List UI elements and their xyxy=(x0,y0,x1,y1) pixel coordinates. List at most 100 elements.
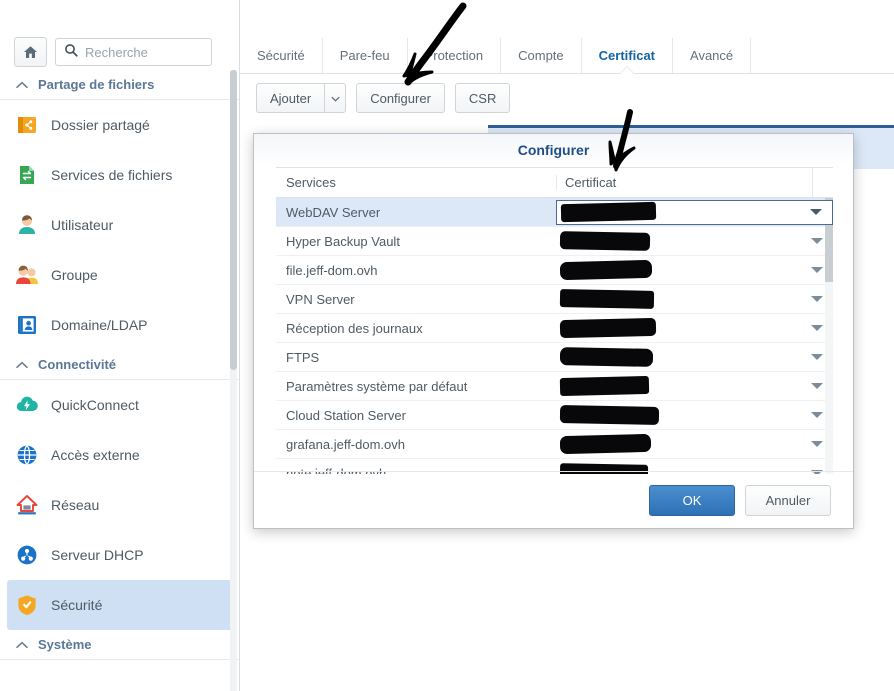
shield-icon xyxy=(14,592,40,618)
sidebar-item-reseau[interactable]: Réseau xyxy=(0,480,239,530)
sidebar-item-services-de-fichiers[interactable]: Services de fichiers xyxy=(0,150,239,200)
sidebar-item-securite[interactable]: Sécurité xyxy=(7,580,232,630)
redaction-mark xyxy=(559,347,654,367)
tab-label: Pare-feu xyxy=(339,48,390,63)
sidebar-item-label: Dossier partagé xyxy=(51,117,150,133)
csr-button-label: CSR xyxy=(468,90,497,106)
sidebar-item-acces-externe[interactable]: Accès externe xyxy=(0,430,239,480)
row-certificate-dropdown[interactable] xyxy=(556,314,833,342)
tab-label: Certificat xyxy=(598,48,656,63)
tab-certificat[interactable]: Certificat xyxy=(582,38,674,73)
row-certificate-dropdown[interactable] xyxy=(556,199,833,225)
redaction-mark xyxy=(559,317,657,339)
chevron-down-icon xyxy=(811,267,823,273)
table-row[interactable]: WebDAV Server xyxy=(276,198,833,227)
tab-protection[interactable]: Protection xyxy=(408,38,502,73)
tab-bar-spacer xyxy=(751,38,894,73)
sidebar-item-label: Groupe xyxy=(51,267,98,283)
shared-folder-icon xyxy=(14,112,40,138)
table-row[interactable]: Cloud Station Server xyxy=(276,401,833,430)
cancel-button[interactable]: Annuler xyxy=(745,484,831,516)
table-row[interactable]: Paramètres système par défaut xyxy=(276,372,833,401)
cancel-button-label: Annuler xyxy=(765,492,811,508)
tab-compte[interactable]: Compte xyxy=(501,38,582,73)
sidebar-item-label: Domaine/LDAP xyxy=(51,317,148,333)
row-certificate-dropdown[interactable] xyxy=(556,372,833,400)
redaction-mark xyxy=(559,405,660,425)
dialog-body: Services Certificat WebDAV Server Hyper … xyxy=(276,167,833,474)
sidebar-scrollbar-thumb[interactable] xyxy=(230,70,237,370)
row-service-name: Réception des journaux xyxy=(286,320,423,336)
row-certificate-dropdown[interactable] xyxy=(556,256,833,284)
configure-button-label: Configurer xyxy=(370,90,431,106)
sidebar-item-dossier-partage[interactable]: Dossier partagé xyxy=(0,100,239,150)
chevron-down-icon xyxy=(811,354,823,360)
row-certificate-dropdown[interactable] xyxy=(556,227,833,255)
row-service-name: Hyper Backup Vault xyxy=(286,233,400,249)
tab-label: Avancé xyxy=(690,48,734,63)
search-icon xyxy=(64,43,78,62)
ok-button[interactable]: OK xyxy=(649,484,735,516)
column-header-certificat: Certificat xyxy=(556,175,812,190)
tab-label: Protection xyxy=(424,48,484,63)
network-icon xyxy=(14,492,40,518)
table-header: Services Certificat xyxy=(276,167,833,198)
table-row[interactable]: VPN Server xyxy=(276,285,833,314)
add-split-button: Ajouter xyxy=(256,83,347,113)
tab-bar: Sécurité Pare-feu Protection Compte Cert… xyxy=(240,38,894,74)
table-row[interactable]: Hyper Backup Vault xyxy=(276,227,833,256)
tab-avance[interactable]: Avancé xyxy=(673,38,752,73)
search-input[interactable]: Recherche xyxy=(55,38,212,66)
ok-button-label: OK xyxy=(682,492,702,508)
sidebar-section-partage-de-fichiers[interactable]: Partage de fichiers xyxy=(0,70,239,100)
table-row[interactable]: Réception des journaux xyxy=(276,314,833,343)
chevron-down-icon xyxy=(811,383,823,389)
row-certificate-dropdown[interactable] xyxy=(556,430,833,458)
row-certificate-dropdown[interactable] xyxy=(556,401,833,429)
chevron-up-icon xyxy=(15,638,29,652)
row-service-name: FTPS xyxy=(286,349,320,365)
sidebar-item-quickconnect[interactable]: QuickConnect xyxy=(0,380,239,430)
sidebar-item-groupe[interactable]: Groupe xyxy=(0,250,239,300)
add-button[interactable]: Ajouter xyxy=(256,83,325,113)
app-window: Recherche Partage de fichiers Dossier pa… xyxy=(0,0,894,691)
dialog-title: Configurer xyxy=(254,134,853,166)
csr-button[interactable]: CSR xyxy=(454,83,511,113)
table-row[interactable]: FTPS xyxy=(276,343,833,372)
row-service-name: WebDAV Server xyxy=(286,204,381,220)
tab-pare-feu[interactable]: Pare-feu xyxy=(323,38,408,73)
home-icon xyxy=(22,44,39,61)
tab-label: Sécurité xyxy=(257,48,305,63)
sidebar-item-utilisateur[interactable]: Utilisateur xyxy=(0,200,239,250)
chevron-down-icon xyxy=(811,441,823,447)
chevron-down-icon xyxy=(811,296,823,302)
table-row[interactable]: file.jeff-dom.ovh xyxy=(276,256,833,285)
column-header-services: Services xyxy=(286,175,336,190)
sidebar-item-serveur-dhcp[interactable]: Serveur DHCP xyxy=(0,530,239,580)
user-icon xyxy=(14,212,40,238)
add-dropdown-button[interactable] xyxy=(324,83,347,113)
configure-button[interactable]: Configurer xyxy=(356,83,445,113)
sidebar-section-connectivite[interactable]: Connectivité xyxy=(0,350,239,380)
sidebar: Recherche Partage de fichiers Dossier pa… xyxy=(0,0,240,691)
dhcp-server-icon xyxy=(14,542,40,568)
tab-securite[interactable]: Sécurité xyxy=(240,38,323,73)
redaction-mark xyxy=(559,375,650,397)
kebab-menu-icon[interactable] xyxy=(812,168,833,197)
row-certificate-dropdown[interactable] xyxy=(556,343,833,371)
chevron-down-icon xyxy=(811,325,823,331)
home-button[interactable] xyxy=(14,37,47,67)
sidebar-item-domaine-ldap[interactable]: Domaine/LDAP xyxy=(0,300,239,350)
row-certificate-dropdown[interactable] xyxy=(556,285,833,313)
sidebar-section-systeme[interactable]: Système xyxy=(0,630,239,660)
search-placeholder: Recherche xyxy=(85,44,148,60)
services-table: WebDAV Server Hyper Backup Vault file.je… xyxy=(276,198,833,474)
table-row[interactable]: grafana.jeff-dom.ovh xyxy=(276,430,833,459)
redaction-mark xyxy=(559,433,652,455)
sidebar-item-label: Réseau xyxy=(51,497,100,513)
quickconnect-icon xyxy=(14,392,40,418)
redaction-mark xyxy=(560,201,657,223)
redaction-mark xyxy=(559,289,655,309)
sidebar-section-label: Système xyxy=(38,637,92,652)
sidebar-section-label: Connectivité xyxy=(38,357,117,372)
